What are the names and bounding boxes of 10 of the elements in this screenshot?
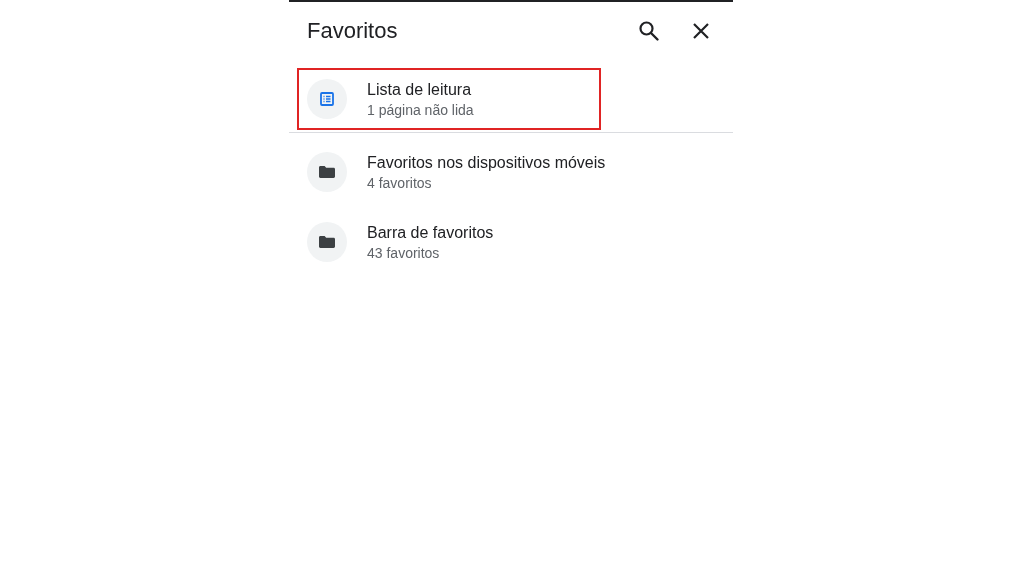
- item-subtitle: 4 favoritos: [367, 174, 433, 191]
- item-subtitle: 1 página não lida: [367, 101, 474, 118]
- list-item[interactable]: Barra de favoritos 43 favoritos: [297, 211, 601, 273]
- item-subtitle: 43 favoritos: [367, 244, 441, 261]
- page-title: Favoritos: [307, 18, 398, 44]
- item-title: Barra de favoritos: [367, 223, 494, 242]
- item-title: Lista de leitura: [367, 80, 473, 99]
- item-title: Favoritos nos dispositivos móveis: [367, 153, 606, 172]
- search-icon[interactable]: [637, 19, 661, 43]
- highlighted-list-item[interactable]: Lista de leitura 1 página não lida: [297, 68, 601, 130]
